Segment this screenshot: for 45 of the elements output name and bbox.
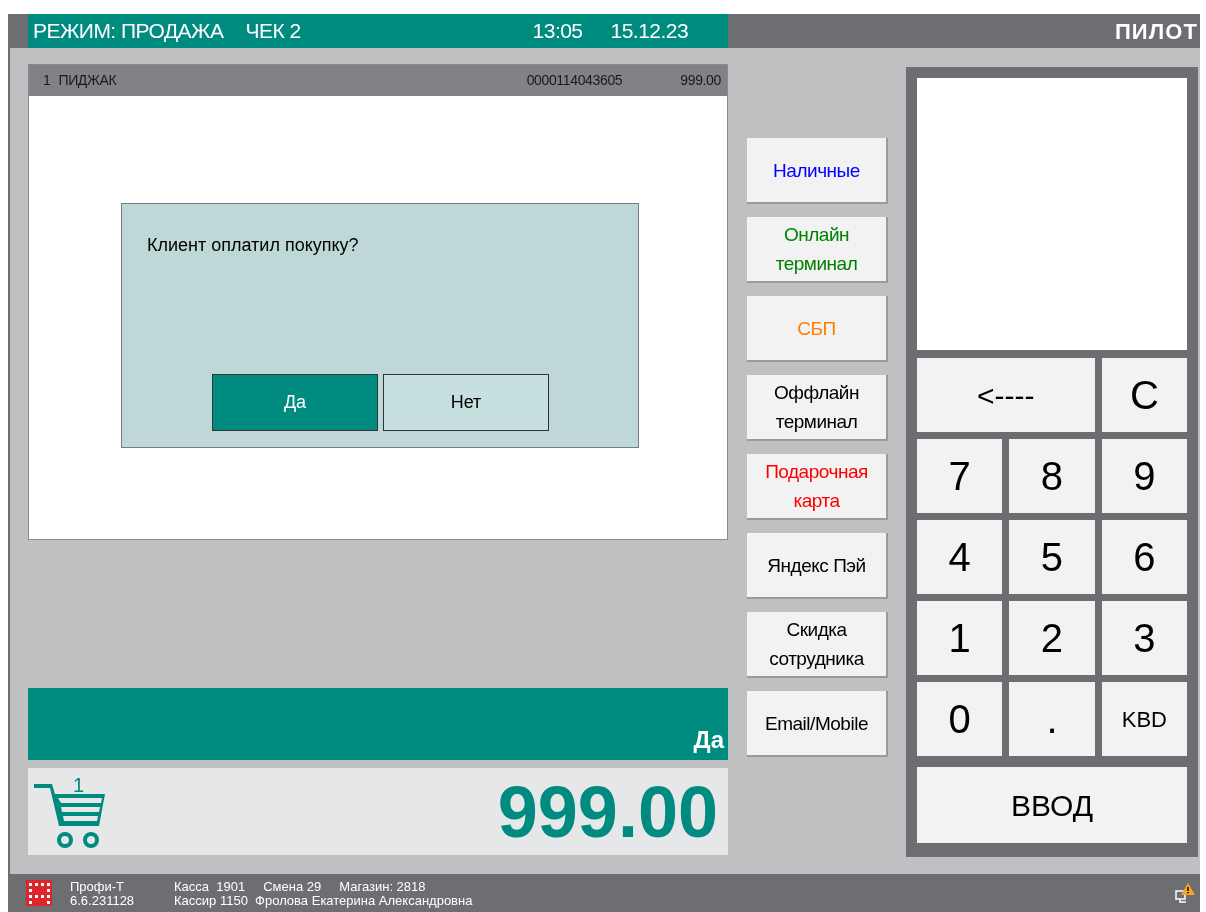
dialog-button[interactable]: Нет [383, 374, 549, 431]
keypad-key[interactable]: ВВОД [917, 767, 1187, 843]
keypad-key[interactable]: 1 [917, 601, 1003, 675]
keypad-key[interactable]: 8 [1009, 439, 1095, 513]
logo-icon [26, 880, 52, 906]
item-barcode: 0000114043605 [526, 71, 623, 90]
keypad-key[interactable]: . [1009, 682, 1095, 756]
time-label: 13:05 [532, 18, 583, 45]
version-label: 6.6.231128 [70, 893, 136, 907]
payment-button[interactable]: Скидка сотрудника [747, 612, 888, 678]
cashier-label: Кассир 1150 Фролова Екатерина Александровна [174, 893, 473, 907]
product-name: Профи-Т [70, 879, 126, 893]
message-text: Да [693, 725, 724, 755]
store-label: Магазин: 2818 [339, 879, 426, 893]
line-number: 1 [43, 71, 51, 90]
keypad-key[interactable]: 2 [1009, 601, 1095, 675]
keypad-key[interactable]: C [1101, 358, 1187, 432]
brand-logo: ПИЛОТ [1114, 17, 1198, 46]
date-label: 15.12.23 [610, 18, 689, 45]
shift-label: Смена 29 [263, 879, 322, 893]
dialog-button[interactable]: Да [212, 374, 378, 431]
payment-button[interactable]: Яндекс Пэй [747, 533, 888, 599]
dialog-message: Клиент оплатил покупку? [147, 234, 359, 257]
keypad-key[interactable]: 5 [1009, 520, 1095, 594]
item-name: ПИДЖАК [58, 71, 117, 90]
keypad-key[interactable]: 6 [1101, 520, 1187, 594]
keypad-key[interactable]: <---- [917, 358, 1095, 432]
keypad-key[interactable]: 9 [1101, 439, 1187, 513]
item-price: 999.00 [680, 71, 721, 90]
cart-count: 1 [73, 773, 85, 798]
keypad-key[interactable]: 0 [917, 682, 1003, 756]
payment-button[interactable]: Подарочная карта [747, 454, 888, 520]
keypad-key[interactable]: 3 [1101, 601, 1187, 675]
receipt-number: ЧЕК 2 [245, 18, 301, 45]
keypad-key[interactable]: 4 [917, 520, 1003, 594]
payment-button[interactable]: Наличные [747, 138, 888, 204]
network-warning-icon[interactable] [1174, 882, 1196, 904]
payment-button[interactable]: Оффлайн терминал [747, 375, 888, 441]
total-amount: 999.00 [497, 775, 718, 848]
payment-button[interactable]: Онлайн терминал [747, 217, 888, 283]
keypad-key[interactable]: 7 [917, 439, 1003, 513]
payment-button[interactable]: Email/Mobile [747, 691, 888, 757]
mode-label: РЕЖИМ: ПРОДАЖА [33, 18, 224, 45]
register-label: Касса 1901 [174, 879, 246, 893]
keypad-key[interactable]: KBD [1101, 682, 1187, 756]
